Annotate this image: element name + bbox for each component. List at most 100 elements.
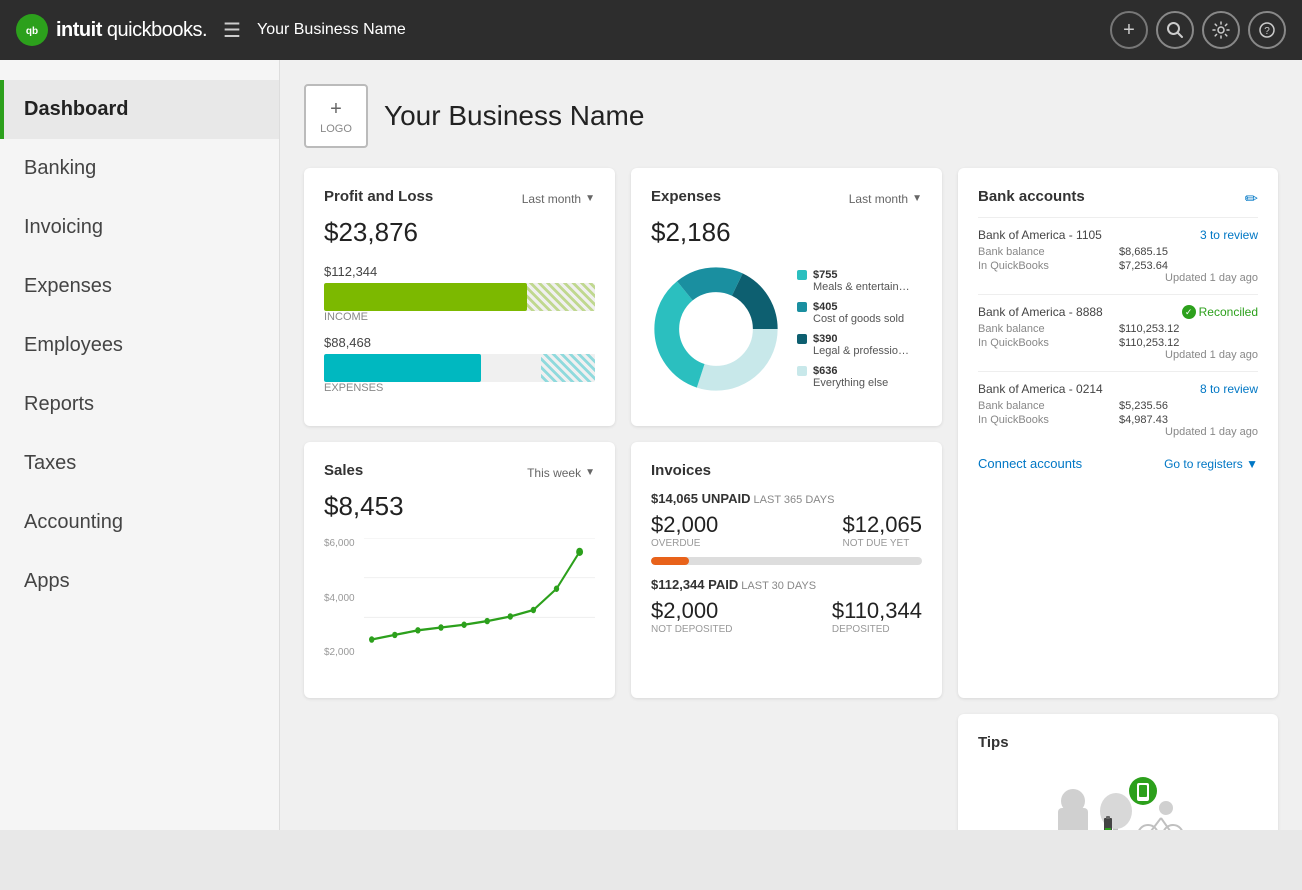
qb-logo-icon: qb <box>16 14 48 46</box>
legend-text-1: $405 Cost of goods sold <box>813 301 904 325</box>
sidebar-item-banking[interactable]: Banking <box>0 139 279 198</box>
invoices-header: Invoices <box>651 462 922 483</box>
legend-item-2: $390 Legal & professio… <box>797 333 910 357</box>
expenses-legend: $755 Meals & entertain… $405 Cost of goo… <box>797 269 910 389</box>
logo-area: qb intuit quickbooks. <box>16 14 207 46</box>
legend-item-1: $405 Cost of goods sold <box>797 301 910 325</box>
sidebar-item-apps[interactable]: Apps <box>0 552 279 611</box>
bank-account-row-1: Bank of America - 8888 ✓ Reconciled Bank… <box>978 294 1258 371</box>
invoices-overdue-label: OVERDUE <box>651 538 718 549</box>
legend-item-0: $755 Meals & entertain… <box>797 269 910 293</box>
legend-color-0 <box>797 270 807 280</box>
legend-text-3: $636 Everything else <box>813 365 888 389</box>
expense-bar-track <box>324 354 595 382</box>
profit-loss-header: Profit and Loss Last month ▼ <box>324 188 595 209</box>
sales-period[interactable]: This week ▼ <box>527 466 595 480</box>
bank-edit-icon[interactable]: ✏ <box>1245 189 1258 209</box>
bank-account-top-1: Bank of America - 8888 ✓ Reconciled <box>978 305 1258 319</box>
add-button[interactable]: + <box>1110 11 1148 49</box>
tips-illustration <box>978 763 1258 830</box>
bank-bal-value-qb-2: $4,987.43 <box>1119 414 1258 426</box>
sidebar-item-reports[interactable]: Reports <box>0 375 279 434</box>
bank-bal-label-qb-0: In QuickBooks <box>978 260 1117 272</box>
settings-button[interactable] <box>1202 11 1240 49</box>
go-to-registers-link[interactable]: Go to registers ▼ <box>1164 457 1258 471</box>
sales-title: Sales <box>324 462 363 479</box>
bank-review-link-0[interactable]: 3 to review <box>1200 228 1258 242</box>
main-layout: Dashboard Banking Invoicing Expenses Emp… <box>0 60 1302 830</box>
tips-card: Tips <box>958 714 1278 830</box>
svg-text:?: ? <box>1264 26 1270 37</box>
bank-review-link-2[interactable]: 8 to review <box>1200 382 1258 396</box>
invoices-bar-fill <box>651 557 689 565</box>
sidebar-item-accounting[interactable]: Accounting <box>0 493 279 552</box>
search-button[interactable] <box>1156 11 1194 49</box>
reconciled-label: Reconciled <box>1199 305 1258 319</box>
invoices-not-deposited-group: $2,000 NOT DEPOSITED <box>651 598 733 635</box>
expenses-header: Expenses Last month ▼ <box>651 188 922 209</box>
invoices-overdue-amount: $2,000 <box>651 512 718 538</box>
invoices-deposited-amount: $110,344 <box>832 598 922 624</box>
profit-loss-card: Profit and Loss Last month ▼ $23,876 $11… <box>304 168 615 426</box>
bank-balances-1: Bank balance $110,253.12 In QuickBooks $… <box>978 323 1258 349</box>
sales-card: Sales This week ▼ $8,453 $6,000 $4,000 $… <box>304 442 615 698</box>
sidebar-item-invoicing[interactable]: Invoicing <box>0 198 279 257</box>
bank-accounts-header: Bank accounts ✏ <box>978 188 1258 209</box>
legend-color-2 <box>797 334 807 344</box>
income-bar-track <box>324 283 595 311</box>
expenses-period[interactable]: Last month ▼ <box>849 192 922 206</box>
invoices-deposited-group: $110,344 DEPOSITED <box>832 598 922 635</box>
invoices-card: Invoices $14,065 UNPAID LAST 365 DAYS $2… <box>631 442 942 698</box>
qb-wordmark: intuit quickbooks. <box>56 19 207 42</box>
income-bar-row: $112,344 INCOME <box>324 264 595 323</box>
legend-text-0: $755 Meals & entertain… <box>813 269 910 293</box>
expenses-content: $755 Meals & entertain… $405 Cost of goo… <box>651 264 922 394</box>
bank-bal-value-bank-1: $110,253.12 <box>1119 323 1258 335</box>
help-button[interactable]: ? <box>1248 11 1286 49</box>
expenses-chevron-icon: ▼ <box>912 193 922 204</box>
bank-balances-0: Bank balance $8,685.15 In QuickBooks $7,… <box>978 246 1258 272</box>
chart-y-label-2: $2,000 <box>324 647 355 658</box>
reconciled-check-icon: ✓ <box>1182 305 1196 319</box>
sidebar-item-label: Employees <box>24 334 123 357</box>
chart-y-label-1: $4,000 <box>324 593 355 604</box>
dashboard-grid: Profit and Loss Last month ▼ $23,876 $11… <box>304 168 1278 830</box>
reconciled-badge: ✓ Reconciled <box>1182 305 1258 319</box>
sidebar-item-label: Reports <box>24 393 94 416</box>
sidebar-item-label: Accounting <box>24 511 123 534</box>
sidebar-item-dashboard[interactable]: Dashboard <box>0 80 279 139</box>
sales-header: Sales This week ▼ <box>324 462 595 483</box>
business-name-header: Your Business Name <box>257 21 406 39</box>
hamburger-menu-icon[interactable]: ☰ <box>223 18 241 43</box>
sidebar-item-employees[interactable]: Employees <box>0 316 279 375</box>
connect-accounts-link[interactable]: Connect accounts <box>978 456 1082 471</box>
bank-account-name-0: Bank of America - 1105 <box>978 228 1102 242</box>
business-logo-upload[interactable]: + LOGO <box>304 84 368 148</box>
bank-bal-label-bank-2: Bank balance <box>978 400 1117 412</box>
expense-bar-fill <box>324 354 481 382</box>
bank-account-row-0: Bank of America - 1105 3 to review Bank … <box>978 217 1258 294</box>
invoices-overdue-group: $2,000 OVERDUE <box>651 512 718 549</box>
profit-loss-period[interactable]: Last month ▼ <box>522 192 595 206</box>
invoices-deposited-label: DEPOSITED <box>832 624 922 635</box>
bank-updated-2: Updated 1 day ago <box>978 426 1258 438</box>
bank-account-top-2: Bank of America - 0214 8 to review <box>978 382 1258 396</box>
income-label: INCOME <box>324 311 595 323</box>
registers-chevron-icon: ▼ <box>1246 457 1258 471</box>
sidebar-item-taxes[interactable]: Taxes <box>0 434 279 493</box>
sidebar-item-expenses[interactable]: Expenses <box>0 257 279 316</box>
chart-y-label-0: $6,000 <box>324 538 355 549</box>
expenses-title: Expenses <box>651 188 721 205</box>
invoices-notdue-group: $12,065 NOT DUE YET <box>842 512 922 549</box>
bank-account-top-0: Bank of America - 1105 3 to review <box>978 228 1258 242</box>
invoices-paid-row: $2,000 NOT DEPOSITED $110,344 DEPOSITED <box>651 598 922 635</box>
invoices-unpaid-label: $14,065 UNPAID LAST 365 DAYS <box>651 491 922 506</box>
bank-bal-label-bank-1: Bank balance <box>978 323 1117 335</box>
business-name-title: Your Business Name <box>384 100 644 132</box>
bank-account-name-1: Bank of America - 8888 <box>978 305 1103 319</box>
invoices-amounts-row: $2,000 OVERDUE $12,065 NOT DUE YET <box>651 512 922 549</box>
expenses-value: $2,186 <box>651 217 922 248</box>
sidebar-item-label: Taxes <box>24 452 76 475</box>
invoices-bar-track <box>651 557 922 565</box>
expense-amount: $88,468 <box>324 335 595 350</box>
